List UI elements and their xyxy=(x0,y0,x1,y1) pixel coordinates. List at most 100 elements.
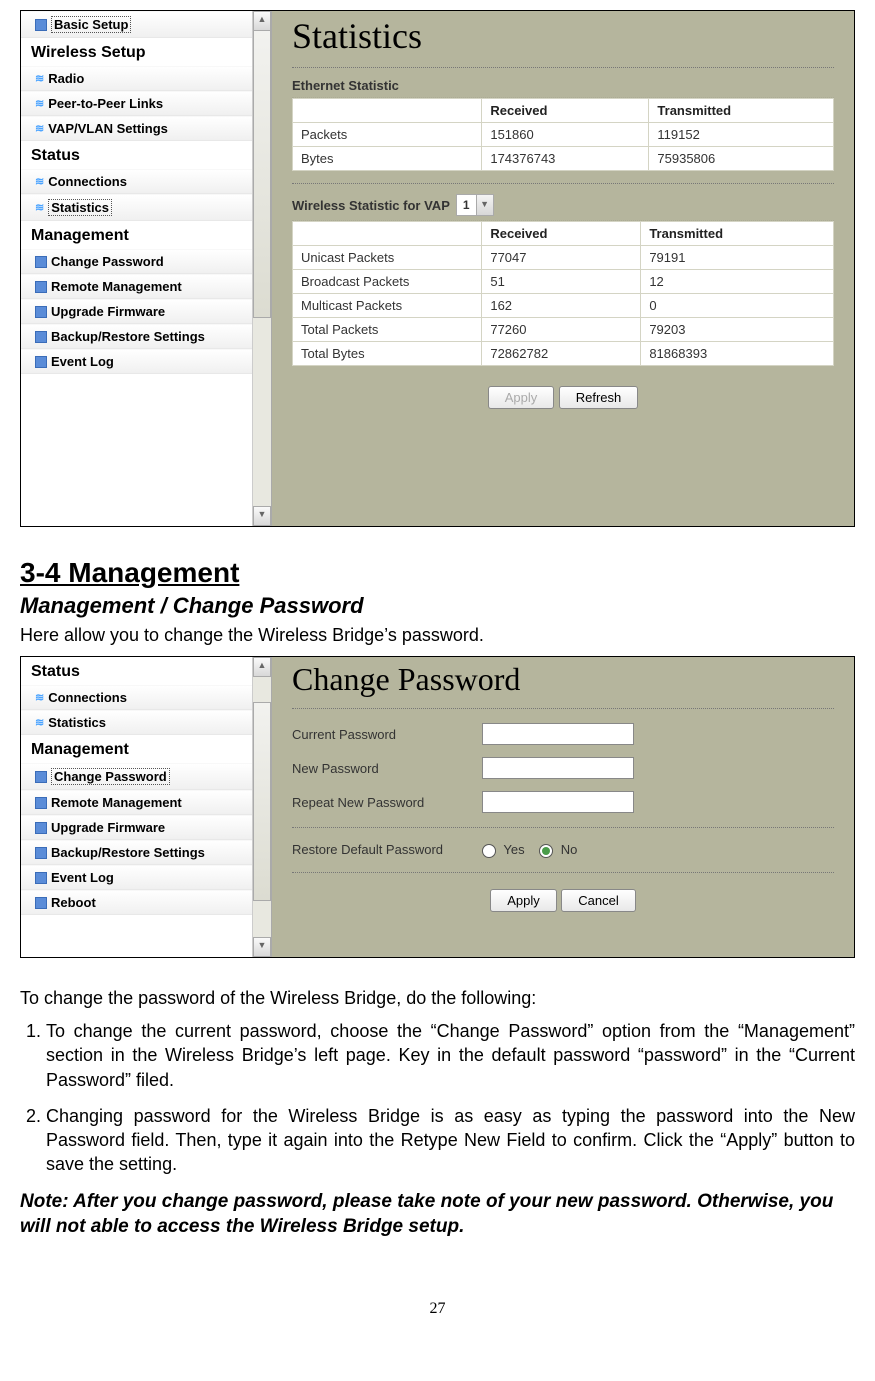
sidebar-item-label: Basic Setup xyxy=(51,16,131,33)
row-value: 51 xyxy=(482,270,641,294)
row-value: 0 xyxy=(641,294,834,318)
row-value: 79203 xyxy=(641,318,834,342)
rss-icon: ≋ xyxy=(35,97,44,110)
square-icon xyxy=(35,847,47,859)
vap-select[interactable]: 1 ▼ xyxy=(456,194,494,216)
doc-list-item: To change the current password, choose t… xyxy=(46,1019,855,1092)
table-row: Unicast Packets7704779191 xyxy=(293,246,834,270)
repeat-password-field[interactable] xyxy=(482,791,634,813)
page-title: Change Password xyxy=(292,661,834,698)
row-value: 12 xyxy=(641,270,834,294)
table-row: Total Packets7726079203 xyxy=(293,318,834,342)
row-value: 162 xyxy=(482,294,641,318)
sidebar-item[interactable]: Remote Management xyxy=(21,274,271,299)
sidebar-item[interactable]: ≋Connections xyxy=(21,169,271,194)
apply-button[interactable]: Apply xyxy=(490,889,557,912)
row-label: Unicast Packets xyxy=(293,246,482,270)
square-icon xyxy=(35,331,47,343)
scroll-up-button[interactable]: ▲ xyxy=(253,11,271,31)
sidebar-item[interactable]: Basic Setup xyxy=(21,11,271,38)
sidebar-item-label: Backup/Restore Settings xyxy=(51,845,205,860)
doc-note: Note: After you change password, please … xyxy=(20,1189,855,1240)
doc-ordered-list: To change the current password, choose t… xyxy=(20,1019,855,1177)
wireless-table: Received Transmitted Unicast Packets7704… xyxy=(292,221,834,366)
content-panel: Statistics Ethernet Statistic Received T… xyxy=(272,11,854,526)
row-label: Multicast Packets xyxy=(293,294,482,318)
row-value: 77260 xyxy=(482,318,641,342)
square-icon xyxy=(35,797,47,809)
square-icon xyxy=(35,256,47,268)
sidebar-item-label: Event Log xyxy=(51,870,114,885)
sidebar-item[interactable]: ≋Radio xyxy=(21,66,271,91)
sidebar-item[interactable]: Upgrade Firmware xyxy=(21,815,271,840)
sidebar-item-label: VAP/VLAN Settings xyxy=(48,121,168,136)
apply-button: Apply xyxy=(488,386,555,409)
sidebar-item-label: Reboot xyxy=(51,895,96,910)
square-icon xyxy=(35,306,47,318)
sidebar-item[interactable]: Event Log xyxy=(21,349,271,374)
refresh-button[interactable]: Refresh xyxy=(559,386,639,409)
sidebar-item-label: Upgrade Firmware xyxy=(51,304,165,319)
sidebar: Status≋Connections≋StatisticsManagementC… xyxy=(21,657,272,957)
page-number: 27 xyxy=(20,1300,855,1318)
sidebar-item[interactable]: ≋Statistics xyxy=(21,194,271,221)
scroll-thumb[interactable] xyxy=(253,702,271,901)
wireless-section-text: Wireless Statistic for VAP xyxy=(292,198,450,213)
row-label: Total Bytes xyxy=(293,342,482,366)
scrollbar[interactable]: ▲ ▼ xyxy=(252,657,271,957)
sidebar-item[interactable]: ≋Connections xyxy=(21,685,271,710)
scroll-down-button[interactable]: ▼ xyxy=(253,506,271,526)
yes-label: Yes xyxy=(503,842,524,857)
square-icon xyxy=(35,771,47,783)
rss-icon: ≋ xyxy=(35,72,44,85)
sidebar-item[interactable]: Reboot xyxy=(21,890,271,915)
sidebar-item-label: Upgrade Firmware xyxy=(51,820,165,835)
restore-default-label: Restore Default Password xyxy=(292,842,452,857)
sidebar-item[interactable]: Remote Management xyxy=(21,790,271,815)
nav-heading: Management xyxy=(21,735,271,763)
sidebar: Basic SetupWireless Setup≋Radio≋Peer-to-… xyxy=(21,11,272,526)
sidebar-item[interactable]: Backup/Restore Settings xyxy=(21,324,271,349)
sidebar-item[interactable]: Change Password xyxy=(21,763,271,790)
scroll-thumb[interactable] xyxy=(253,30,271,318)
cancel-button[interactable]: Cancel xyxy=(561,889,635,912)
doc-subheading: Management / Change Password xyxy=(20,593,855,619)
current-password-field[interactable] xyxy=(482,723,634,745)
square-icon xyxy=(35,356,47,368)
scroll-up-button[interactable]: ▲ xyxy=(253,657,271,677)
row-label: Broadcast Packets xyxy=(293,270,482,294)
new-password-label: New Password xyxy=(292,761,452,776)
square-icon xyxy=(35,822,47,834)
sidebar-item-label: Connections xyxy=(48,690,127,705)
row-value: 75935806 xyxy=(649,147,834,171)
vap-select-value: 1 xyxy=(463,198,470,212)
doc-list-item: Changing password for the Wireless Bridg… xyxy=(46,1104,855,1177)
sidebar-item[interactable]: ≋ VAP/VLAN Settings xyxy=(21,116,271,141)
rss-icon: ≋ xyxy=(35,122,44,135)
row-value: 77047 xyxy=(482,246,641,270)
restore-yes-radio[interactable] xyxy=(482,844,496,858)
square-icon xyxy=(35,281,47,293)
col-transmitted: Transmitted xyxy=(641,222,834,246)
repeat-password-label: Repeat New Password xyxy=(292,795,452,810)
sidebar-item-label: Remote Management xyxy=(51,795,182,810)
table-row: Packets151860119152 xyxy=(293,123,834,147)
square-icon xyxy=(35,872,47,884)
scroll-down-button[interactable]: ▼ xyxy=(253,937,271,957)
sidebar-item[interactable]: ≋Statistics xyxy=(21,710,271,735)
row-label: Bytes xyxy=(293,147,482,171)
restore-no-radio[interactable] xyxy=(539,844,553,858)
scrollbar[interactable]: ▲ ▼ xyxy=(252,11,271,526)
sidebar-item[interactable]: Event Log xyxy=(21,865,271,890)
new-password-field[interactable] xyxy=(482,757,634,779)
nav-heading: Management xyxy=(21,221,271,249)
current-password-label: Current Password xyxy=(292,727,452,742)
sidebar-item[interactable]: Change Password xyxy=(21,249,271,274)
sidebar-item[interactable]: Backup/Restore Settings xyxy=(21,840,271,865)
row-value: 79191 xyxy=(641,246,834,270)
sidebar-item[interactable]: ≋Peer-to-Peer Links xyxy=(21,91,271,116)
sidebar-item-label: Connections xyxy=(48,174,127,189)
doc-paragraph: Here allow you to change the Wireless Br… xyxy=(20,625,855,646)
sidebar-item[interactable]: Upgrade Firmware xyxy=(21,299,271,324)
ethernet-section-label: Ethernet Statistic xyxy=(292,67,834,98)
